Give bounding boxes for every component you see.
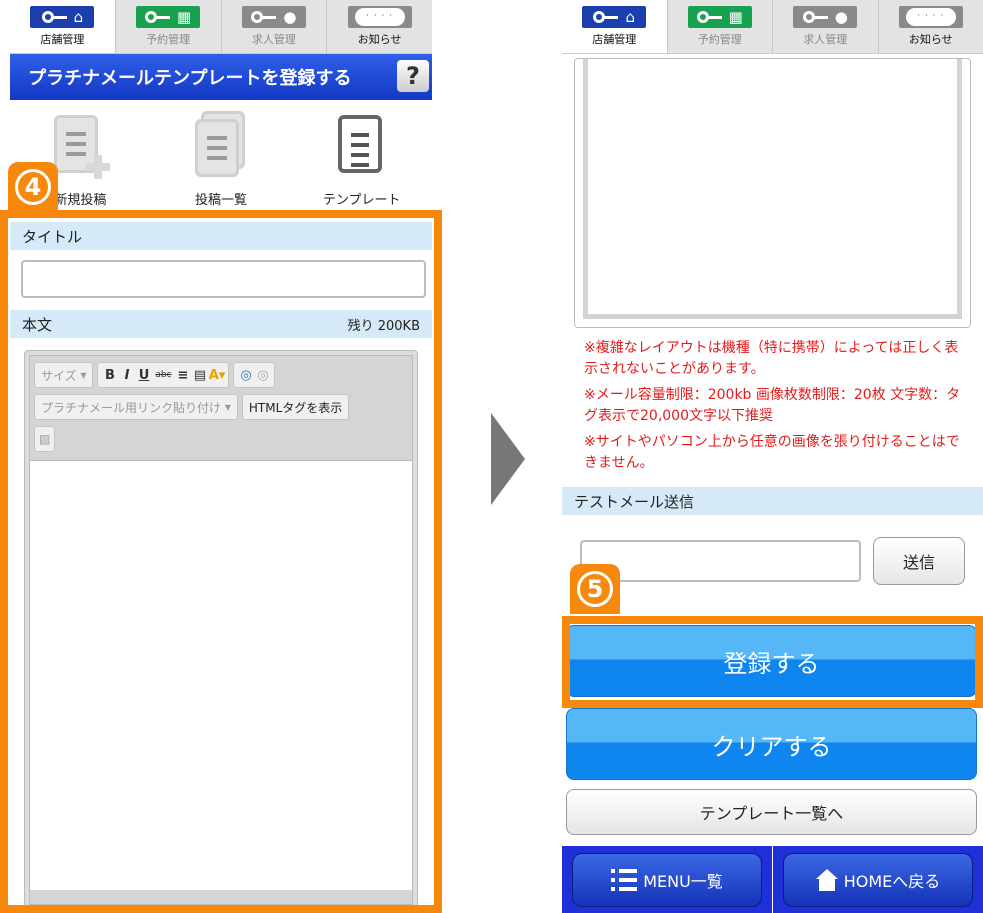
nav-label: テンプレート bbox=[322, 193, 401, 208]
right-screen: ⌂ 店舗管理 ▦ 予約管理 ● 求人管理 · · · · お知らせ ※複雑なレイ… bbox=[562, 0, 983, 913]
nav-label: 新規投稿 bbox=[54, 193, 107, 208]
nav-post-list[interactable]: 投稿一覧 bbox=[161, 111, 281, 208]
tab-bar: ⌂ 店舗管理 ▦ 予約管理 ● 求人管理 · · · · お知らせ bbox=[10, 0, 432, 54]
tab-label: 求人管理 bbox=[803, 33, 848, 46]
test-mail-section-header: テストメール送信 bbox=[562, 487, 983, 515]
menu-list-label: MENU一覧 bbox=[643, 871, 723, 891]
key-person-icon: ● bbox=[241, 6, 306, 28]
key-shop-icon: ⌂ bbox=[30, 6, 95, 28]
template-icon bbox=[336, 115, 388, 181]
template-list-button[interactable]: テンプレート一覧へ bbox=[566, 789, 977, 835]
speech-bubble-icon: · · · · bbox=[347, 6, 412, 28]
tab-label: 店舗管理 bbox=[40, 33, 85, 46]
tab-shop[interactable]: ⌂ 店舗管理 bbox=[10, 0, 116, 53]
notice-list: ※複雑なレイアウトは機種（特に携帯）によっては正しく表示されないことがあります。… bbox=[562, 328, 983, 487]
home-label: HOMEへ戻る bbox=[843, 871, 941, 891]
editor-bottom-section bbox=[574, 58, 971, 328]
tab-label: 予約管理 bbox=[697, 33, 742, 46]
speech-bubble-icon: · · · · bbox=[898, 6, 963, 28]
tab-jobs[interactable]: ● 求人管理 bbox=[773, 0, 879, 53]
notice-layout: ※複雑なレイアウトは機種（特に携帯）によっては正しく表示されないことがあります。 bbox=[584, 340, 959, 377]
key-calendar-icon: ▦ bbox=[136, 6, 201, 28]
tab-reservation[interactable]: ▦ 予約管理 bbox=[115, 0, 222, 53]
tab-label: 予約管理 bbox=[146, 33, 191, 46]
tab-label: お知らせ bbox=[357, 33, 402, 46]
test-mail-input[interactable] bbox=[580, 540, 861, 582]
notice-limits: ※メール容量制限：200kb 画像枚数制限：20枚 文字数：タグ表示で20,00… bbox=[584, 387, 961, 424]
tab-reservation[interactable]: ▦ 予約管理 bbox=[667, 0, 773, 53]
tab-bar: ⌂ 店舗管理 ▦ 予約管理 ● 求人管理 · · · · お知らせ bbox=[562, 0, 983, 54]
step-4-highlight bbox=[0, 210, 442, 913]
tab-jobs[interactable]: ● 求人管理 bbox=[221, 0, 328, 53]
help-button[interactable]: ? bbox=[397, 60, 429, 92]
new-post-icon bbox=[54, 115, 111, 181]
key-shop-icon: ⌂ bbox=[582, 6, 647, 28]
test-mail-row: 送信 bbox=[562, 515, 983, 585]
arrow-right-icon bbox=[491, 413, 525, 505]
key-calendar-icon: ▦ bbox=[687, 6, 752, 28]
tab-news[interactable]: · · · · お知らせ bbox=[327, 0, 432, 53]
page-title-bar: プラチナメールテンプレートを登録する ? bbox=[10, 54, 432, 100]
tab-label: お知らせ bbox=[908, 33, 953, 46]
send-button[interactable]: 送信 bbox=[873, 537, 965, 585]
tab-news[interactable]: · · · · お知らせ bbox=[878, 0, 983, 53]
home-icon bbox=[815, 868, 838, 891]
page-title: プラチナメールテンプレートを登録する bbox=[28, 68, 352, 89]
tab-shop[interactable]: ⌂ 店舗管理 bbox=[562, 0, 668, 53]
clear-button[interactable]: クリアする bbox=[566, 708, 977, 780]
step-4-number: 4 bbox=[15, 169, 51, 205]
list-icon bbox=[611, 868, 638, 891]
step-5-number: 5 bbox=[577, 571, 613, 607]
icon-nav: 新規投稿 投稿一覧 テンプレート bbox=[10, 100, 432, 212]
menu-list-button[interactable]: MENU一覧 bbox=[572, 852, 762, 907]
step-5-highlight bbox=[562, 616, 983, 708]
test-mail-label: テストメール送信 bbox=[574, 492, 695, 511]
tab-label: 店舗管理 bbox=[592, 33, 637, 46]
nav-template[interactable]: テンプレート bbox=[302, 115, 422, 208]
tab-label: 求人管理 bbox=[251, 33, 296, 46]
step-5-badge: 5 bbox=[570, 564, 620, 614]
notice-images: ※サイトやパソコン上から任意の画像を張り付けることはできません。 bbox=[584, 434, 960, 471]
post-list-icon bbox=[194, 111, 247, 181]
home-button[interactable]: HOMEへ戻る bbox=[783, 852, 973, 907]
key-person-icon: ● bbox=[793, 6, 858, 28]
step-4-badge: 4 bbox=[8, 162, 58, 212]
nav-label: 投稿一覧 bbox=[194, 193, 247, 208]
footer-nav: MENU一覧 HOMEへ戻る bbox=[562, 846, 983, 913]
editor-content-area[interactable] bbox=[583, 59, 962, 319]
